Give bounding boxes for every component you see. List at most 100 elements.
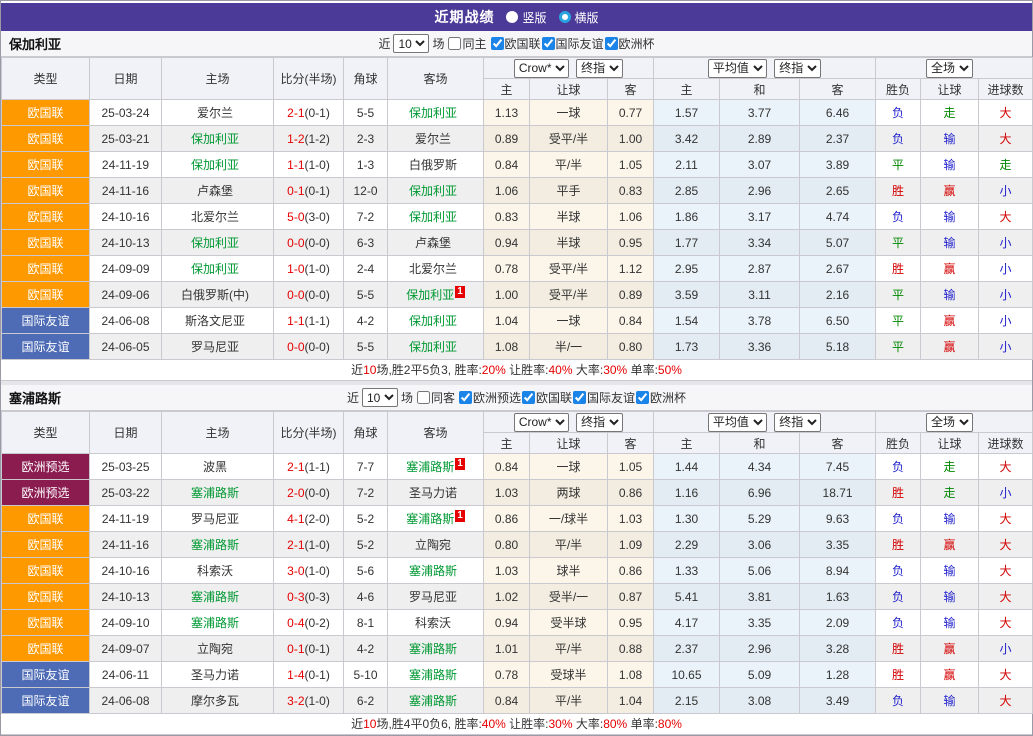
result-handicap: 走	[921, 480, 979, 506]
league-filter[interactable]: 国际友谊	[541, 35, 604, 52]
col-header-date: 日期	[90, 412, 162, 454]
average-select[interactable]: 平均值	[708, 59, 767, 78]
halftime-score: (1-0)	[305, 564, 330, 578]
horizontal-radio-icon[interactable]	[559, 11, 571, 23]
fulltime-score: 3-2	[287, 694, 304, 708]
home-team-name: 白俄罗斯(中)	[181, 288, 249, 302]
avg-draw-odds: 2.89	[720, 126, 800, 152]
avg-draw-odds: 3.36	[720, 334, 800, 360]
final-index-select[interactable]: 终指	[576, 59, 623, 78]
result-goals: 大	[979, 610, 1033, 636]
avg-draw-odds: 3.17	[720, 204, 800, 230]
league-filter[interactable]: 欧国联	[490, 35, 541, 52]
league-type-badge: 欧国联	[2, 100, 90, 126]
fulltime-select[interactable]: 全场	[926, 59, 973, 78]
view-option-horizontal[interactable]: 横版	[559, 9, 599, 26]
corners: 7-2	[344, 204, 388, 230]
handicap-home-odds: 1.02	[484, 584, 530, 610]
same-venue-checkbox[interactable]	[448, 37, 461, 50]
fulltime-select[interactable]: 全场	[926, 413, 973, 432]
view-option-vertical[interactable]: 竖版	[506, 9, 546, 26]
subcol-handicap-line: 让球	[530, 79, 608, 100]
subcol-avg-home: 主	[654, 433, 720, 454]
away-team-name: 保加利亚	[409, 106, 457, 120]
result-goals: 小	[979, 480, 1033, 506]
score-cell: 0-0(0-0)	[274, 230, 344, 256]
home-team-name: 摩尔多瓦	[191, 694, 239, 708]
match-date: 24-11-19	[90, 506, 162, 532]
summary-segment: 80%	[603, 717, 627, 731]
league-filter-checkbox[interactable]	[459, 391, 472, 404]
league-filter[interactable]: 欧洲预选	[458, 389, 521, 406]
league-filter[interactable]: 欧国联	[521, 389, 572, 406]
match-row: 国际友谊 24-06-08 斯洛文尼亚 1-1(1-1) 4-2 保加利亚 1.…	[2, 308, 1033, 334]
near-label: 近	[378, 35, 390, 52]
summary-segment: 单率:	[627, 363, 658, 377]
match-count-select[interactable]: 10	[362, 388, 398, 407]
league-filter-checkbox[interactable]	[522, 391, 535, 404]
same-venue-filter[interactable]: 同主	[447, 35, 486, 52]
league-type-badge: 欧国联	[2, 636, 90, 662]
subcol-handicap-away: 客	[608, 433, 654, 454]
subcol-avg-home: 主	[654, 79, 720, 100]
handicap-away-odds: 0.84	[608, 308, 654, 334]
home-team: 卢森堡	[162, 178, 274, 204]
same-venue-filter[interactable]: 同客	[416, 389, 455, 406]
away-team-name: 圣马力诺	[409, 486, 457, 500]
fulltime-score: 1-1	[287, 158, 304, 172]
corners: 12-0	[344, 178, 388, 204]
team-section: 保加利亚 近 10 场 同主 欧国联国际友谊欧洲杯 类型	[1, 31, 1032, 381]
halftime-score: (0-0)	[305, 340, 330, 354]
halftime-score: (0-1)	[305, 642, 330, 656]
match-count-select[interactable]: 10	[393, 34, 429, 53]
same-venue-checkbox[interactable]	[417, 391, 430, 404]
avg-away-odds: 5.18	[800, 334, 876, 360]
average-select[interactable]: 平均值	[708, 413, 767, 432]
summary-segment: 50%	[658, 363, 682, 377]
final-index-select[interactable]: 终指	[576, 413, 623, 432]
match-row: 国际友谊 24-06-05 罗马尼亚 0-0(0-0) 5-5 保加利亚 1.0…	[2, 334, 1033, 360]
vertical-radio-icon[interactable]	[506, 11, 518, 23]
result-goals: 大	[979, 584, 1033, 610]
away-team-name: 保加利亚	[409, 184, 457, 198]
score-cell: 2-1(1-1)	[274, 454, 344, 480]
corners: 6-2	[344, 688, 388, 714]
summary-segment: 让胜率:	[506, 363, 549, 377]
home-team: 波黑	[162, 454, 274, 480]
match-date: 24-09-09	[90, 256, 162, 282]
away-team: 保加利亚	[388, 334, 484, 360]
league-filter[interactable]: 国际友谊	[572, 389, 635, 406]
league-filter[interactable]: 欧洲杯	[635, 389, 686, 406]
near-label: 近	[347, 389, 359, 406]
league-filter-label: 欧国联	[505, 35, 541, 52]
avg-home-odds: 3.42	[654, 126, 720, 152]
final-index-select-2[interactable]: 终指	[774, 59, 821, 78]
halftime-score: (0-1)	[305, 668, 330, 682]
away-team: 塞浦路斯1	[388, 506, 484, 532]
col-header-score: 比分(半场)	[274, 412, 344, 454]
halftime-score: (1-0)	[305, 694, 330, 708]
league-filter-checkbox[interactable]	[573, 391, 586, 404]
match-row: 国际友谊 24-06-08 摩尔多瓦 3-2(1-0) 6-2 塞浦路斯 0.8…	[2, 688, 1033, 714]
league-filter-checkbox[interactable]	[542, 37, 555, 50]
league-filter[interactable]: 欧洲杯	[604, 35, 655, 52]
handicap-away-odds: 1.06	[608, 204, 654, 230]
avg-home-odds: 5.41	[654, 584, 720, 610]
handicap-line: 受平/半	[530, 126, 608, 152]
league-filter-checkbox[interactable]	[605, 37, 618, 50]
home-team-name: 卢森堡	[197, 184, 233, 198]
summary-segment: 让胜率:	[506, 717, 549, 731]
result-goals: 大	[979, 204, 1033, 230]
halftime-score: (0-1)	[305, 184, 330, 198]
league-type-badge: 欧国联	[2, 506, 90, 532]
bookmaker-select[interactable]: Crow*	[514, 413, 569, 432]
match-date: 24-11-16	[90, 178, 162, 204]
league-filter-checkbox[interactable]	[636, 391, 649, 404]
home-team-name: 立陶宛	[197, 642, 233, 656]
home-team-name: 保加利亚	[191, 158, 239, 172]
bookmaker-select[interactable]: Crow*	[514, 59, 569, 78]
league-type-badge: 欧国联	[2, 126, 90, 152]
match-date: 24-10-13	[90, 230, 162, 256]
final-index-select-2[interactable]: 终指	[774, 413, 821, 432]
league-filter-checkbox[interactable]	[491, 37, 504, 50]
